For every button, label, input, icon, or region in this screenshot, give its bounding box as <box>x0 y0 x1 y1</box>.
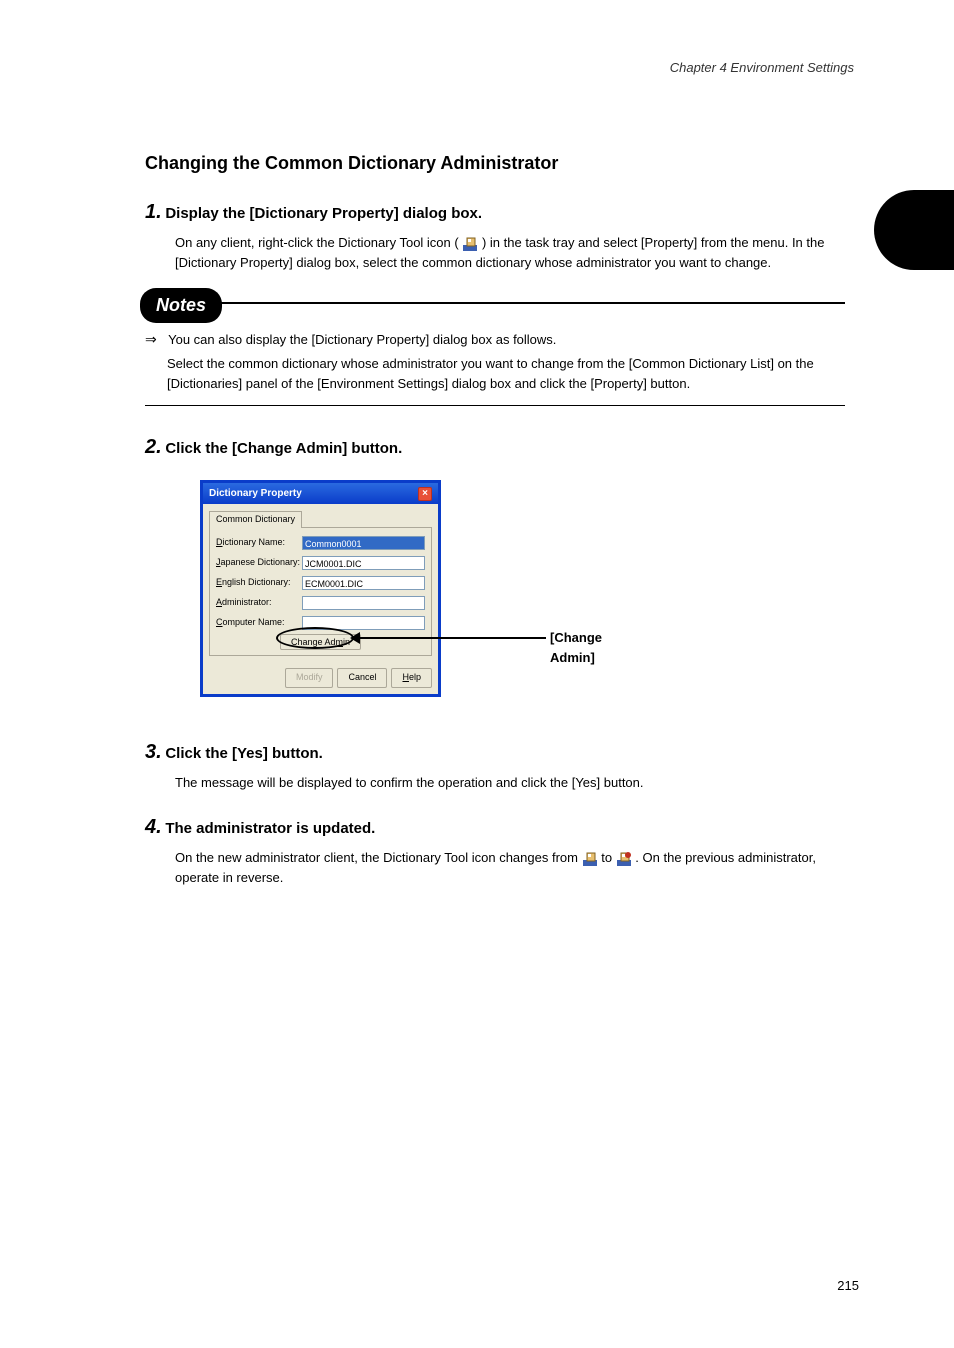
step1-sub-prefix: On any client, right-click the Dictionar… <box>175 235 459 250</box>
annotation-arrow-line <box>356 637 546 639</box>
notes-content: ⇒ You can also display the [Dictionary P… <box>145 329 845 393</box>
field-administrator[interactable] <box>302 596 425 610</box>
help-button[interactable]: Help <box>391 668 432 688</box>
annotation-caption: [Change Admin] <box>550 628 602 667</box>
notes-label: Notes <box>140 288 222 323</box>
page-content: Changing the Common Dictionary Administr… <box>145 130 845 887</box>
notes-line2-prefix: Select the common dictionary whose admin… <box>167 356 629 371</box>
modify-button: Modify <box>285 668 334 688</box>
close-icon[interactable]: × <box>418 487 432 501</box>
step4-mid: to <box>601 850 615 865</box>
label-english-dictionary: English Dictionary: <box>216 576 302 590</box>
notes-box: Notes ⇒ You can also display the [Dictio… <box>145 302 845 406</box>
side-tab <box>874 190 954 270</box>
step-body: The message will be displayed to confirm… <box>175 773 845 793</box>
change-admin-button[interactable]: Change Admin <box>280 634 361 650</box>
dialog-screenshot: Dictionary Property × Common Dictionary … <box>200 480 600 697</box>
dictionary-tray-icon <box>462 236 478 252</box>
dialog-title: Dictionary Property <box>209 486 302 501</box>
field-dictionary-name[interactable]: Common0001 <box>302 536 425 550</box>
field-japanese-dictionary[interactable]: JCM0001.DIC <box>302 556 425 570</box>
label-administrator: Administrator: <box>216 596 302 610</box>
step-1: 1. Display the [Dictionary Property] dia… <box>145 197 845 272</box>
dictionary-tray-icon-admin <box>616 851 632 867</box>
step-heading: The administrator is updated. <box>165 820 375 837</box>
label-japanese-dictionary: Japanese Dictionary: <box>216 556 302 570</box>
section-title: Changing the Common Dictionary Administr… <box>145 150 845 177</box>
tab-common-dictionary[interactable]: Common Dictionary <box>209 511 302 528</box>
step-body: On any client, right-click the Dictionar… <box>175 233 845 272</box>
cancel-button[interactable]: Cancel <box>337 668 387 688</box>
notes-ref: [Common Dictionary List] <box>629 356 774 371</box>
step-body: On the new administrator client, the Dic… <box>175 848 845 887</box>
step-heading: Click the [Change Admin] button. <box>165 440 402 457</box>
dialog-titlebar: Dictionary Property × <box>203 483 438 504</box>
step-2: 2. Click the [Change Admin] button. <box>145 432 845 462</box>
step4-prefix: On the new administrator client, the Dic… <box>175 850 582 865</box>
page-number: 215 <box>837 1278 859 1293</box>
page-header: Chapter 4 Environment Settings <box>670 60 854 75</box>
step-number: 1. <box>145 201 162 223</box>
step-3: 3. Click the [Yes] button. The message w… <box>145 737 845 793</box>
step-heading: Display the [Dictionary Property] dialog… <box>165 205 482 222</box>
label-computer-name: Computer Name: <box>216 616 302 630</box>
field-english-dictionary[interactable]: ECM0001.DIC <box>302 576 425 590</box>
arrow-icon: ⇒ <box>145 331 157 347</box>
step-heading: Click the [Yes] button. <box>165 745 323 762</box>
step-number: 2. <box>145 436 162 458</box>
step-number: 3. <box>145 741 162 763</box>
notes-line1: You can also display the [Dictionary Pro… <box>168 332 556 347</box>
step-number: 4. <box>145 816 162 838</box>
step-4: 4. The administrator is updated. On the … <box>145 812 845 887</box>
dictionary-property-dialog: Dictionary Property × Common Dictionary … <box>200 480 441 697</box>
dictionary-tray-icon <box>582 851 598 867</box>
label-dictionary-name: Dictionary Name: <box>216 536 302 550</box>
field-computer-name[interactable] <box>302 616 425 630</box>
